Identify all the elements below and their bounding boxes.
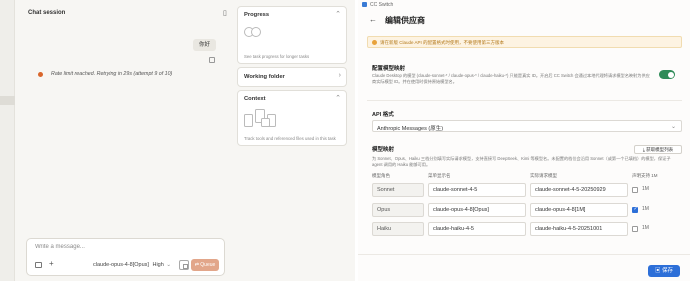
progress-title: Progress (244, 12, 270, 18)
model-name: claude-opus-4-8[Opus] (93, 262, 149, 268)
app-logo-icon (362, 2, 367, 7)
save-button[interactable]: ▣ 保存 (648, 265, 680, 277)
supports-1m-checkbox-sonnet[interactable] (632, 187, 638, 193)
back-arrow-icon[interactable]: ← (369, 15, 377, 24)
rate-limit-status: Rate limit reached. Retrying in 29s (att… (38, 71, 172, 77)
model-selector[interactable]: claude-opus-4-8[Opus] High ⌄ (93, 262, 171, 268)
supports-1m-label: 1M (642, 225, 649, 231)
display-name-input-sonnet[interactable] (428, 183, 526, 197)
user-message-bubble: 你好 (193, 39, 217, 51)
display-name-input-haiku[interactable] (428, 222, 526, 236)
working-folder-card[interactable]: Working folder › (237, 67, 347, 87)
mapping-toggle-label: 配置模型映射 (372, 66, 406, 72)
row-role-sonnet: Sonnet (372, 183, 424, 197)
session-title: Chat session (28, 10, 66, 16)
header-display: 菜单显示名 (428, 173, 451, 178)
mapping-toggle-desc: Claude Desktop 的模型 (claude-sonnet-* / cl… (372, 73, 650, 84)
header-actual: 实际请求模型 (530, 173, 557, 178)
page-title: 编辑供应商 (385, 16, 425, 25)
cc-switch-window: CC Switch ← 编辑供应商 请在新版 Claude API 的配置格式时… (358, 0, 690, 281)
chevron-down-icon: ⌄ (670, 123, 676, 130)
warning-icon (372, 39, 377, 45)
chevron-up-icon[interactable]: ⌃ (335, 94, 341, 102)
actual-model-input-sonnet[interactable] (530, 183, 628, 197)
fetch-models-label: 获取模型列表 (646, 147, 674, 152)
api-format-select[interactable]: Anthropic Messages (原生) ⌄ (372, 120, 682, 132)
model-mapping-desc: 为 Sonnet、Opus、Haiku 三档分别填写实际请求模型，支持直接写 D… (372, 156, 671, 167)
warning-banner: 请在新版 Claude API 的配置格式时使用，不要使用第三方版本 (367, 36, 682, 48)
context-desc: Track tools and referenced files used in… (244, 136, 336, 141)
working-folder-title: Working folder (244, 74, 285, 80)
effort-level: High (152, 262, 164, 268)
queue-arrow-icon: ⇄ (194, 262, 199, 268)
panel-toggle-icon[interactable]: ▯ (223, 9, 227, 17)
progress-card[interactable]: Progress ⌃ See task progress for longer … (237, 6, 347, 64)
copy-icon[interactable] (209, 57, 215, 63)
status-dot-icon (38, 71, 43, 77)
download-icon: ⤓ (642, 147, 645, 152)
header-1m: 声明支持 1M (632, 173, 658, 178)
api-format-label: API 格式 (372, 112, 394, 118)
context-title: Context (244, 96, 266, 102)
rate-limit-text: Rate limit reached. Retrying in 29s (att… (51, 71, 173, 77)
plus-icon[interactable]: + (49, 260, 54, 268)
progress-desc: See task progress for longer tasks (244, 54, 310, 59)
window-titlebar: CC Switch (358, 0, 690, 9)
fetch-models-button[interactable]: ⤓ 获取模型列表 (634, 145, 682, 154)
save-label: 保存 (662, 268, 674, 274)
supports-1m-checkbox-opus[interactable] (632, 206, 638, 213)
footer-divider (358, 254, 690, 255)
window-title: CC Switch (370, 1, 394, 8)
header-role: 模型角色 (372, 173, 390, 178)
supports-1m-checkbox-haiku[interactable] (632, 226, 638, 232)
model-mapping-label: 模型映射 (372, 147, 395, 153)
mapping-toggle-switch[interactable] (659, 70, 675, 79)
supports-1m-label: 1M (642, 186, 649, 192)
message-composer: + claude-opus-4-8[Opus] High ⌄ ⇄ Queue (26, 238, 225, 276)
actual-model-input-haiku[interactable] (530, 222, 628, 236)
divider (367, 100, 682, 101)
attach-folder-icon[interactable] (35, 262, 42, 268)
chevron-down-icon: ⌄ (166, 262, 171, 268)
chat-window: Chat session ▯ 你好 Rate limit reached. Re… (0, 0, 355, 281)
save-icon: ▣ (654, 268, 661, 274)
api-format-value: Anthropic Messages (原生) (377, 126, 444, 132)
actual-model-input-opus[interactable] (530, 203, 628, 217)
context-card[interactable]: Context ⌃ Track tools and referenced fil… (237, 90, 347, 146)
sidebar-selected-item[interactable] (0, 96, 15, 105)
queue-label: Queue (200, 262, 216, 268)
warning-text: 请在新版 Claude API 的配置格式时使用，不要使用第三方版本 (380, 39, 505, 45)
message-input[interactable] (35, 244, 215, 250)
sidebar-strip (0, 0, 15, 281)
queue-button[interactable]: ⇄ Queue (191, 259, 219, 271)
display-name-input-opus[interactable] (428, 203, 526, 217)
supports-1m-label: 1M (642, 206, 649, 212)
chevron-up-icon[interactable]: ⌃ (335, 10, 341, 18)
task-side-panel: Progress ⌃ See task progress for longer … (237, 6, 347, 146)
chevron-right-icon[interactable]: › (339, 72, 341, 79)
row-role-opus: Opus (372, 203, 424, 217)
stop-icon[interactable] (179, 260, 189, 270)
row-role-haiku: Haiku (372, 222, 424, 236)
